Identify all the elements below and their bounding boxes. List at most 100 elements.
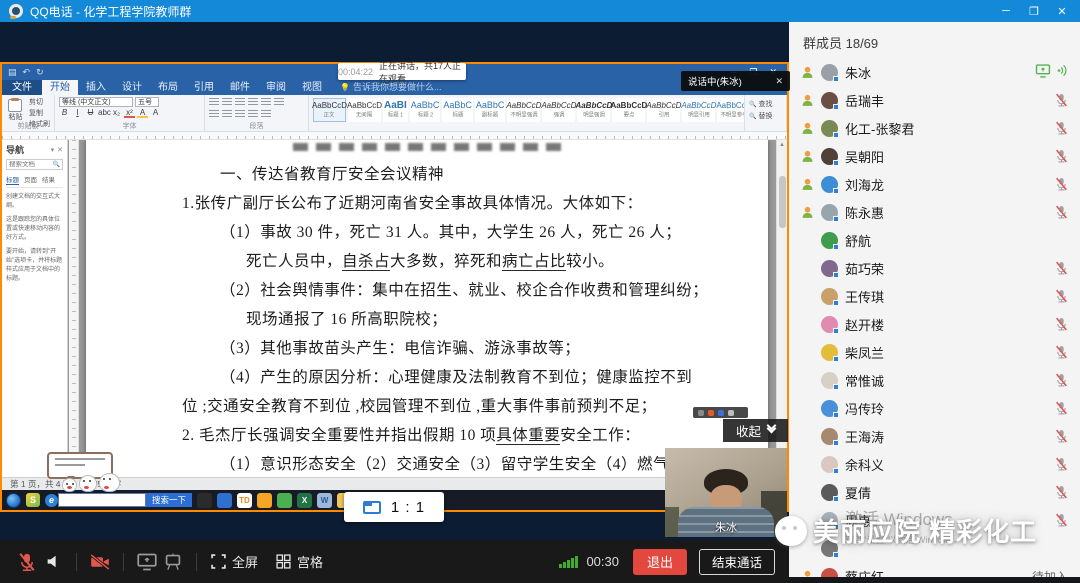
style-gallery-item[interactable]: AaBbCcD 正文 (313, 98, 346, 122)
close-button[interactable]: ✕ (1050, 5, 1074, 18)
ribbon-tab-file[interactable]: 文件 (2, 80, 42, 95)
clipboard-action[interactable]: 剪切 (29, 97, 50, 107)
style-gallery-item[interactable]: AaBbCcD 要点 (612, 98, 645, 122)
font-button[interactable]: A (137, 107, 148, 118)
ie-icon[interactable]: e (45, 494, 58, 507)
font-size-select[interactable]: 五号 (135, 97, 159, 107)
restore-button[interactable]: ❐ (1022, 5, 1046, 18)
mic-muted-icon[interactable] (1055, 261, 1068, 275)
exit-button[interactable]: 退出 (633, 549, 687, 575)
scale-1-1-button[interactable]: 1 : 1 (344, 492, 444, 522)
style-gallery-item[interactable]: AaBbC 副标题 (475, 98, 506, 122)
font-name-select[interactable]: 等线 (中文正文) (59, 97, 133, 107)
member-row[interactable]: 化工-张黎君 (789, 114, 1080, 142)
nav-tab[interactable]: 标题 (6, 174, 19, 185)
font-button[interactable]: A (150, 107, 161, 118)
screen-share-icon[interactable] (134, 549, 160, 575)
mic-muted-icon[interactable] (1055, 485, 1068, 499)
ribbon-tab[interactable]: 视图 (294, 80, 330, 95)
start-button[interactable] (6, 493, 21, 508)
ribbon-tab[interactable]: 设计 (114, 80, 150, 95)
minimize-button[interactable]: ─ (994, 5, 1018, 18)
taskbar-icon[interactable] (197, 493, 212, 508)
mic-muted-icon[interactable] (1055, 177, 1068, 191)
member-row[interactable]: 舒航 (789, 226, 1080, 254)
self-video-thumbnail[interactable]: 朱冰 (665, 448, 787, 537)
member-row[interactable]: 王传琪 (789, 282, 1080, 310)
member-row[interactable]: 刘海龙 (789, 170, 1080, 198)
ie-search-button[interactable]: 搜索一下 (146, 493, 192, 507)
app-s-icon[interactable]: S (26, 493, 40, 507)
mic-muted-icon[interactable] (1055, 205, 1068, 219)
ribbon-tab[interactable]: 开始 (42, 80, 78, 95)
speaker-icon[interactable] (40, 549, 66, 575)
end-call-button[interactable]: 结束通话 (699, 549, 775, 575)
ribbon-tab[interactable]: 审阅 (258, 80, 294, 95)
mic-muted-icon[interactable] (1055, 345, 1068, 359)
ribbon-tab[interactable]: 引用 (186, 80, 222, 95)
chevron-down-icon[interactable]: ▾ (51, 146, 55, 154)
mic-muted-icon[interactable] (1055, 93, 1068, 107)
whiteboard-icon[interactable] (160, 549, 186, 575)
style-gallery-item[interactable]: AaBbCcD 明显引用 (682, 98, 715, 122)
edit-action[interactable]: 查找 (749, 99, 782, 109)
font-button[interactable]: abc (98, 107, 109, 118)
mic-muted-icon[interactable] (1055, 429, 1068, 443)
style-gallery-item[interactable]: AaBbCcD 明显强调 (577, 98, 610, 122)
camera-off-icon[interactable] (87, 549, 113, 575)
style-gallery-item[interactable]: AaBI 标题 1 (383, 98, 408, 122)
ribbon-tab[interactable]: 插入 (78, 80, 114, 95)
taskbar-icon[interactable]: TD (237, 493, 252, 508)
ribbon-tab[interactable]: 布局 (150, 80, 186, 95)
style-gallery-item[interactable]: AaBbCcD 不明显强调 (507, 98, 540, 122)
member-row[interactable]: 王海涛 (789, 422, 1080, 450)
taskbar-icon[interactable] (257, 493, 272, 508)
document-page[interactable]: 一、传达省教育厅安全会议精神1.张传广副厅长公布了近期河南省安全事故具体情况。大… (86, 140, 768, 477)
member-row[interactable]: 冯传玲 (789, 394, 1080, 422)
member-row[interactable]: 余科义 (789, 450, 1080, 478)
mini-toolbar[interactable] (693, 407, 748, 418)
mic-muted-icon[interactable] (1055, 289, 1068, 303)
style-gallery-item[interactable]: AaBbCcD 不明显参考 (717, 98, 745, 122)
member-row[interactable]: 夏倩 (789, 478, 1080, 506)
nav-tab[interactable]: 结果 (42, 174, 55, 185)
font-button[interactable]: x² (124, 107, 135, 118)
font-button[interactable]: I (72, 107, 83, 118)
close-icon[interactable]: ✕ (57, 146, 63, 154)
style-gallery-item[interactable]: AaBbC 标题 (442, 98, 473, 122)
undo-icon[interactable]: ↶ (23, 67, 31, 78)
redo-icon[interactable]: ↻ (36, 67, 44, 78)
grid-view-button[interactable]: 宫格 (276, 552, 323, 571)
clipboard-action[interactable]: 复制 (29, 108, 50, 118)
style-gallery-item[interactable]: AaBbCcD 强调 (542, 98, 575, 122)
member-row[interactable]: 吴朝阳 (789, 142, 1080, 170)
taskbar-icon[interactable] (277, 493, 292, 508)
mic-muted-icon[interactable] (1055, 457, 1068, 471)
paste-icon[interactable] (8, 99, 22, 112)
mic-muted-icon[interactable] (1055, 373, 1068, 387)
nav-search-input[interactable] (7, 161, 51, 168)
member-row[interactable]: 朱冰 (789, 58, 1080, 86)
style-gallery-item[interactable]: AaBbCcD 无间隔 (348, 98, 381, 122)
toast-close-icon[interactable]: ✕ (775, 76, 783, 87)
font-button[interactable]: B (59, 107, 70, 118)
ribbon-tab[interactable]: 邮件 (222, 80, 258, 95)
font-button[interactable]: x₂ (111, 107, 122, 118)
taskbar-icon[interactable] (217, 493, 232, 508)
scrollbar-thumb[interactable] (779, 176, 786, 228)
mic-muted-icon[interactable] (1055, 149, 1068, 163)
style-gallery-item[interactable]: AaBbC 标题 2 (410, 98, 441, 122)
mic-muted-icon[interactable] (1055, 401, 1068, 415)
member-row[interactable]: 柴凤兰 (789, 338, 1080, 366)
mic-muted-icon[interactable] (1055, 317, 1068, 331)
style-gallery-item[interactable]: AaBbCcD 引用 (647, 98, 680, 122)
font-button[interactable]: U (85, 107, 96, 118)
edit-action[interactable]: 替换 (749, 111, 782, 121)
save-icon[interactable]: ▤ (8, 67, 17, 78)
fullscreen-button[interactable]: 全屏 (211, 552, 258, 571)
mic-muted-icon[interactable] (1055, 513, 1068, 527)
member-row[interactable]: 岳瑞丰 (789, 86, 1080, 114)
mic-muted-icon[interactable] (14, 549, 40, 575)
ie-search-input[interactable] (58, 493, 146, 507)
taskbar-icon[interactable]: W (317, 493, 332, 508)
